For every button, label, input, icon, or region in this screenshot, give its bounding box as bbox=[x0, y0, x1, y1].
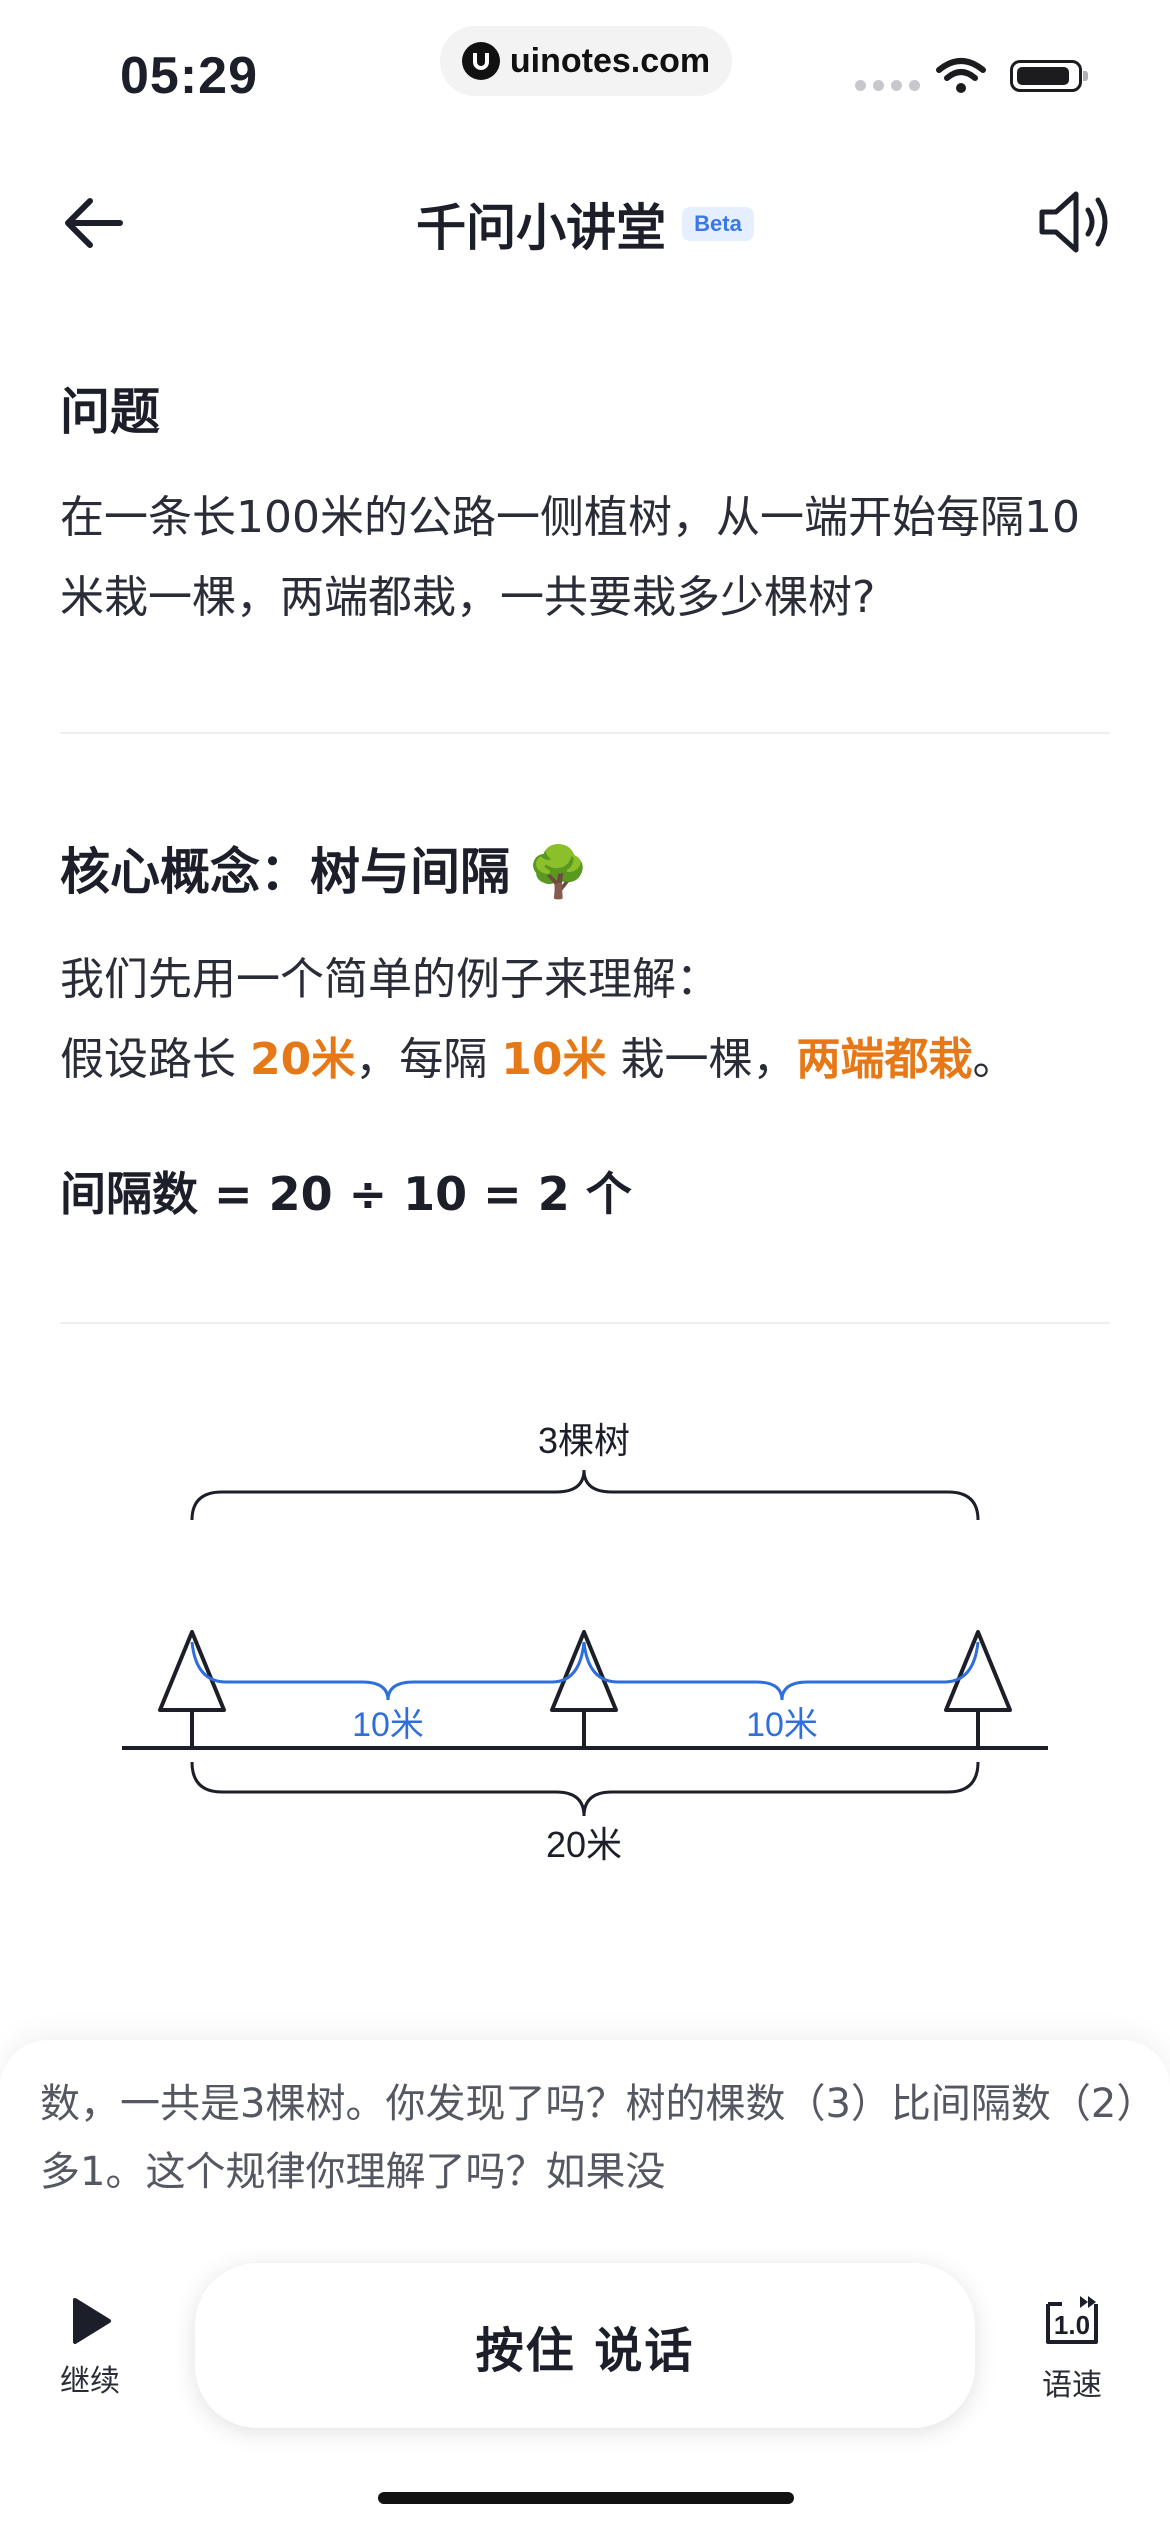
text-segment: 假设路长 bbox=[60, 1034, 250, 1085]
page-title: 千问小讲堂 Beta bbox=[0, 188, 1170, 260]
concept-line-2: 假设路长 20米，每隔 10米 栽一棵，两端都栽。 bbox=[60, 1020, 1120, 1100]
speaker-icon[interactable] bbox=[1036, 186, 1114, 258]
continue-label: 继续 bbox=[60, 2364, 120, 2399]
beta-badge: Beta bbox=[682, 207, 754, 241]
status-bar: 05:29 uinotes.com bbox=[0, 0, 1170, 130]
concept-heading: 核心概念：树与间隔 🌳 bbox=[60, 843, 590, 901]
hold-to-talk-button[interactable]: 按住 说话 bbox=[195, 2263, 975, 2428]
signal-icon bbox=[855, 80, 920, 91]
highlight-both-ends: 两端都栽 bbox=[796, 1034, 973, 1085]
top-label: 3棵树 bbox=[538, 1420, 630, 1461]
interval-brace-1 bbox=[190, 1641, 586, 1701]
tree-interval-diagram: 3棵树 10米 10米 20米 bbox=[122, 1420, 1048, 1865]
url-text: uinotes.com bbox=[509, 41, 711, 80]
speed-value: 1.0 bbox=[1054, 2310, 1090, 2340]
interval-brace-2 bbox=[582, 1641, 980, 1701]
talk-label: 按住 说话 bbox=[475, 2322, 695, 2379]
title-text: 千问小讲堂 bbox=[416, 199, 667, 257]
subtitle-transcript: 数，一共是3棵树。你发现了吗？树的棵数（3）比间隔数（2）多1。这个规律你理解了… bbox=[40, 2081, 1137, 2195]
highlight-interval: 10米 bbox=[501, 1034, 607, 1085]
speed-label: 语速 bbox=[1042, 2368, 1102, 2403]
divider bbox=[60, 732, 1110, 734]
text-segment: 栽一棵， bbox=[606, 1034, 797, 1085]
question-heading: 问题 bbox=[60, 383, 160, 441]
text-segment: 。 bbox=[972, 1034, 1017, 1085]
nav-bar: 千问小讲堂 Beta bbox=[0, 170, 1170, 270]
battery-icon bbox=[1010, 60, 1088, 92]
top-brace bbox=[190, 1469, 980, 1521]
question-text: 在一条长100米的公路一侧植树，从一端开始每隔10米栽一棵，两端都栽，一共要栽多… bbox=[60, 492, 1080, 623]
play-icon bbox=[73, 2298, 111, 2344]
continue-button[interactable]: 继续 bbox=[60, 2296, 120, 2400]
speed-button[interactable]: 1.0 语速 bbox=[1040, 2292, 1104, 2404]
concept-text: 我们先用一个简单的例子来理解： 假设路长 20米，每隔 10米 栽一棵，两端都栽… bbox=[60, 940, 1120, 1100]
highlight-road-length: 20米 bbox=[250, 1034, 356, 1085]
status-time: 05:29 bbox=[120, 47, 258, 105]
speed-icon: 1.0 bbox=[1046, 2296, 1098, 2344]
bottom-brace bbox=[190, 1761, 980, 1817]
divider bbox=[60, 1322, 1110, 1324]
bottom-label: 20米 bbox=[546, 1824, 622, 1865]
interval-label-2: 10米 bbox=[746, 1706, 818, 1744]
formula: 间隔数 = 20 ÷ 10 = 2 个 bbox=[60, 1167, 632, 1221]
home-indicator bbox=[378, 2492, 794, 2504]
concept-line-1: 我们先用一个简单的例子来理解： bbox=[60, 954, 720, 1005]
interval-label-1: 10米 bbox=[352, 1706, 424, 1744]
url-pill[interactable]: uinotes.com bbox=[440, 26, 732, 96]
wifi-icon bbox=[936, 58, 986, 93]
site-logo-icon bbox=[461, 42, 500, 80]
text-segment: ，每隔 bbox=[355, 1034, 502, 1085]
